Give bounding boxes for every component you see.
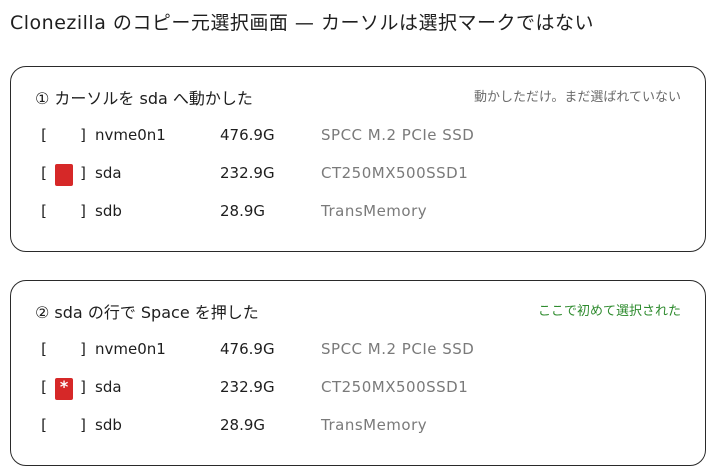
device-model: SPCC M.2 PCIe SSD [321, 340, 475, 358]
device-model: CT250MX500SSD1 [321, 378, 469, 396]
checkbox-close-bracket: ] [79, 340, 89, 358]
panel-note: ここで初めて選択された [537, 304, 681, 319]
device-size: 28.9G [220, 416, 266, 434]
device-model: CT250MX500SSD1 [321, 164, 469, 182]
checkbox-open-bracket: [ [39, 164, 49, 182]
device-name: nvme0n1 [95, 340, 166, 358]
panel-cursor-moved: ① カーソルを sda へ動かした 動かしただけ。まだ選ばれていない [ ] n… [10, 66, 706, 252]
selected-mark-icon [55, 377, 73, 400]
device-size: 232.9G [220, 378, 275, 396]
device-row-sda[interactable]: [ ] sda 232.9G CT250MX500SSD1 [11, 161, 705, 187]
checkbox-open-bracket: [ [39, 202, 49, 220]
panel-heading: ② sda の行で Space を押した [35, 303, 259, 322]
device-size: 476.9G [220, 126, 275, 144]
device-size: 476.9G [220, 340, 275, 358]
device-model: TransMemory [321, 202, 428, 220]
device-size: 28.9G [220, 202, 266, 220]
checkbox-close-bracket: ] [79, 202, 89, 220]
checkbox-close-bracket: ] [79, 126, 89, 144]
device-model: TransMemory [321, 416, 428, 434]
device-row-nvme0n1[interactable]: [ ] nvme0n1 476.9G SPCC M.2 PCIe SSD [11, 337, 705, 363]
checkbox-close-bracket: ] [79, 164, 89, 182]
checkbox-open-bracket: [ [39, 340, 49, 358]
panel-space-pressed: ② sda の行で Space を押した ここで初めて選択された [ ] nvm… [10, 280, 706, 466]
checkbox-close-bracket: ] [79, 416, 89, 434]
device-row-sdb[interactable]: [ ] sdb 28.9G TransMemory [11, 199, 705, 225]
device-name: sdb [95, 416, 122, 434]
checkbox-close-bracket: ] [79, 378, 89, 396]
device-name: sda [95, 378, 122, 396]
panel-note: 動かしただけ。まだ選ばれていない [474, 90, 681, 105]
device-model: SPCC M.2 PCIe SSD [321, 126, 475, 144]
checkbox-open-bracket: [ [39, 378, 49, 396]
panel-heading: ① カーソルを sda へ動かした [35, 89, 253, 108]
device-name: sdb [95, 202, 122, 220]
device-name: sda [95, 164, 122, 182]
device-row-nvme0n1[interactable]: [ ] nvme0n1 476.9G SPCC M.2 PCIe SSD [11, 123, 705, 149]
device-size: 232.9G [220, 164, 275, 182]
device-name: nvme0n1 [95, 126, 166, 144]
page-title: Clonezilla のコピー元選択画面 — カーソルは選択マークではない [10, 12, 594, 34]
checkbox-open-bracket: [ [39, 126, 49, 144]
device-row-sda[interactable]: [ ] sda 232.9G CT250MX500SSD1 [11, 375, 705, 401]
checkbox-open-bracket: [ [39, 416, 49, 434]
cursor-highlight [55, 164, 73, 186]
device-row-sdb[interactable]: [ ] sdb 28.9G TransMemory [11, 413, 705, 439]
